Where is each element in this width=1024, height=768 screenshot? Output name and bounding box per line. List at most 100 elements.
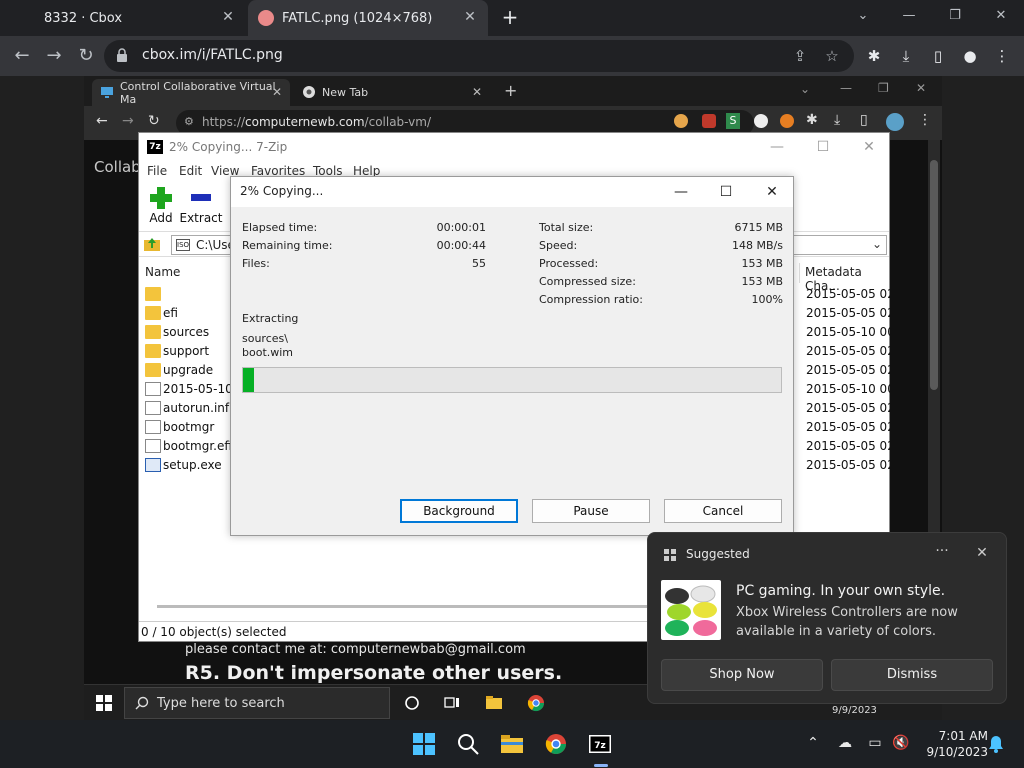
inner-tab-collabvm[interactable]: Control Collaborative Virtual Ma ✕ bbox=[92, 79, 290, 106]
inner-profile-icon[interactable] bbox=[886, 113, 904, 131]
minimize-icon[interactable]: — bbox=[897, 6, 921, 26]
network-icon[interactable]: ▭ bbox=[866, 734, 884, 752]
chrome-favicon-icon bbox=[303, 86, 315, 98]
inner-minimize-icon[interactable]: — bbox=[840, 81, 852, 95]
inner-restore-icon[interactable]: ❐ bbox=[878, 81, 889, 95]
dialog-titlebar[interactable]: 2% Copying... — ☐ ✕ bbox=[231, 177, 793, 207]
folder-up-icon[interactable] bbox=[143, 236, 161, 252]
shop-now-button[interactable]: Shop Now bbox=[661, 659, 823, 691]
minimize-icon[interactable]: — bbox=[767, 138, 787, 156]
folder-icon bbox=[145, 306, 161, 320]
back-icon[interactable]: ← bbox=[10, 44, 34, 68]
speed-label: Speed: bbox=[539, 239, 578, 252]
vm-search-placeholder: Type here to search bbox=[157, 696, 285, 711]
side-panel-icon[interactable]: ▯ bbox=[928, 46, 948, 66]
sevenzip-taskbar-icon[interactable]: 7z bbox=[588, 732, 612, 756]
outer-tab-label: FATLC.png (1024×768) bbox=[282, 10, 433, 26]
inner-side-panel-icon[interactable]: ▯ bbox=[860, 112, 868, 128]
background-button[interactable]: Background bbox=[400, 499, 518, 523]
forward-icon[interactable]: → bbox=[42, 44, 66, 68]
inner-extensions-icon[interactable]: ✱ bbox=[806, 112, 818, 128]
rule-line: R5. Don't impersonate other users. bbox=[185, 662, 563, 684]
inner-close-icon[interactable]: ✕ bbox=[916, 81, 926, 95]
windows-start-icon[interactable] bbox=[412, 732, 436, 756]
close-icon[interactable]: ✕ bbox=[462, 9, 478, 25]
search-icon[interactable] bbox=[456, 732, 480, 756]
windows-start-icon[interactable] bbox=[96, 695, 112, 711]
bookmark-star-icon[interactable]: ☆ bbox=[822, 46, 842, 66]
reload-icon[interactable]: ↻ bbox=[74, 44, 98, 68]
close-icon[interactable]: ✕ bbox=[972, 543, 992, 563]
task-view-icon[interactable] bbox=[442, 693, 462, 713]
inner-menu-icon[interactable]: ⋮ bbox=[918, 112, 932, 128]
inner-new-tab-icon[interactable]: + bbox=[504, 81, 517, 100]
active-app-indicator bbox=[594, 764, 608, 767]
profile-icon[interactable]: ● bbox=[960, 46, 980, 66]
inner-tab-search-icon[interactable]: ⌄ bbox=[800, 82, 810, 96]
share-icon[interactable]: ⇪ bbox=[790, 46, 810, 66]
close-window-icon[interactable]: ✕ bbox=[989, 6, 1013, 26]
extension-cookie-icon[interactable] bbox=[674, 114, 688, 128]
maximize-icon[interactable]: ☐ bbox=[813, 138, 833, 156]
extension-ghost-icon[interactable] bbox=[754, 114, 768, 128]
pause-button[interactable]: Pause bbox=[532, 499, 650, 523]
extensions-icon[interactable]: ✱ bbox=[864, 46, 884, 66]
inner-scrollbar[interactable] bbox=[928, 140, 940, 534]
system-clock[interactable]: 7:01 AM 9/10/2023 bbox=[918, 728, 988, 760]
inner-tab-label: New Tab bbox=[322, 86, 369, 99]
cancel-button[interactable]: Cancel bbox=[664, 499, 782, 523]
chrome-icon[interactable] bbox=[526, 693, 546, 713]
maximize-icon[interactable]: ☐ bbox=[715, 182, 737, 202]
cortana-icon[interactable] bbox=[402, 693, 422, 713]
minimize-icon[interactable]: — bbox=[670, 182, 692, 202]
progress-bar bbox=[242, 367, 782, 393]
compression-ratio-label: Compression ratio: bbox=[539, 293, 643, 306]
restore-icon[interactable]: ❐ bbox=[943, 6, 967, 26]
files-label: Files: bbox=[242, 257, 270, 270]
file-explorer-icon[interactable] bbox=[484, 693, 504, 713]
inner-forward-icon[interactable]: → bbox=[122, 113, 134, 129]
menu-kebab-icon[interactable]: ⋮ bbox=[992, 46, 1012, 66]
close-icon[interactable]: ✕ bbox=[761, 182, 783, 202]
extract-button[interactable]: Extract bbox=[179, 181, 223, 225]
chevron-up-icon[interactable]: ⌃ bbox=[804, 734, 822, 752]
extension-s-icon[interactable]: S bbox=[726, 113, 740, 129]
extension-fox-icon[interactable] bbox=[780, 114, 794, 128]
folder-icon bbox=[145, 363, 161, 377]
notification-bell-icon[interactable] bbox=[986, 734, 1006, 754]
volume-muted-icon[interactable]: 🔇 bbox=[892, 734, 910, 752]
compression-ratio-value: 100% bbox=[751, 293, 783, 306]
column-name[interactable]: Name bbox=[145, 265, 180, 279]
download-icon[interactable]: ⤓ bbox=[896, 46, 916, 66]
onedrive-cloud-icon[interactable]: ☁ bbox=[836, 734, 854, 752]
inner-site-info-icon[interactable]: ⚙ bbox=[184, 115, 194, 128]
vm-search-box[interactable]: Type here to search bbox=[124, 687, 390, 719]
chevron-down-icon[interactable]: ⌄ bbox=[872, 237, 882, 251]
add-button[interactable]: Add bbox=[139, 181, 183, 225]
close-icon[interactable]: ✕ bbox=[220, 9, 236, 25]
total-size-label: Total size: bbox=[539, 221, 594, 234]
close-icon[interactable]: ✕ bbox=[859, 138, 879, 156]
more-options-icon[interactable]: ··· bbox=[932, 543, 952, 563]
sevenzip-titlebar[interactable]: 7z 2% Copying... 7-Zip — ☐ ✕ bbox=[139, 133, 889, 161]
extension-ublock-icon[interactable] bbox=[702, 114, 716, 128]
outer-tab-cbox[interactable]: 8332 · Cbox ✕ bbox=[0, 0, 246, 36]
tab-search-chevron-icon[interactable]: ⌄ bbox=[851, 6, 875, 26]
new-tab-button[interactable]: + bbox=[498, 6, 522, 30]
dismiss-button[interactable]: Dismiss bbox=[831, 659, 993, 691]
inner-tab-newtab[interactable]: New Tab ✕ bbox=[294, 79, 490, 106]
outer-tab-fatlc[interactable]: FATLC.png (1024×768) ✕ bbox=[248, 0, 488, 36]
column-divider[interactable] bbox=[799, 263, 800, 283]
menu-file[interactable]: File bbox=[147, 164, 167, 178]
close-icon[interactable]: ✕ bbox=[272, 85, 282, 99]
close-icon[interactable]: ✕ bbox=[472, 85, 482, 99]
inner-download-icon[interactable]: ⤓ bbox=[834, 112, 840, 128]
menu-edit[interactable]: Edit bbox=[179, 164, 202, 178]
file-explorer-icon[interactable] bbox=[500, 732, 524, 756]
inner-back-icon[interactable]: ← bbox=[96, 113, 108, 129]
scrollbar-thumb[interactable] bbox=[930, 160, 938, 390]
inner-reload-icon[interactable]: ↻ bbox=[148, 113, 160, 129]
chrome-icon[interactable] bbox=[544, 732, 568, 756]
address-bar[interactable]: cbox.im/i/FATLC.png ⇪ ☆ bbox=[104, 40, 854, 72]
file-name: support bbox=[163, 344, 210, 358]
